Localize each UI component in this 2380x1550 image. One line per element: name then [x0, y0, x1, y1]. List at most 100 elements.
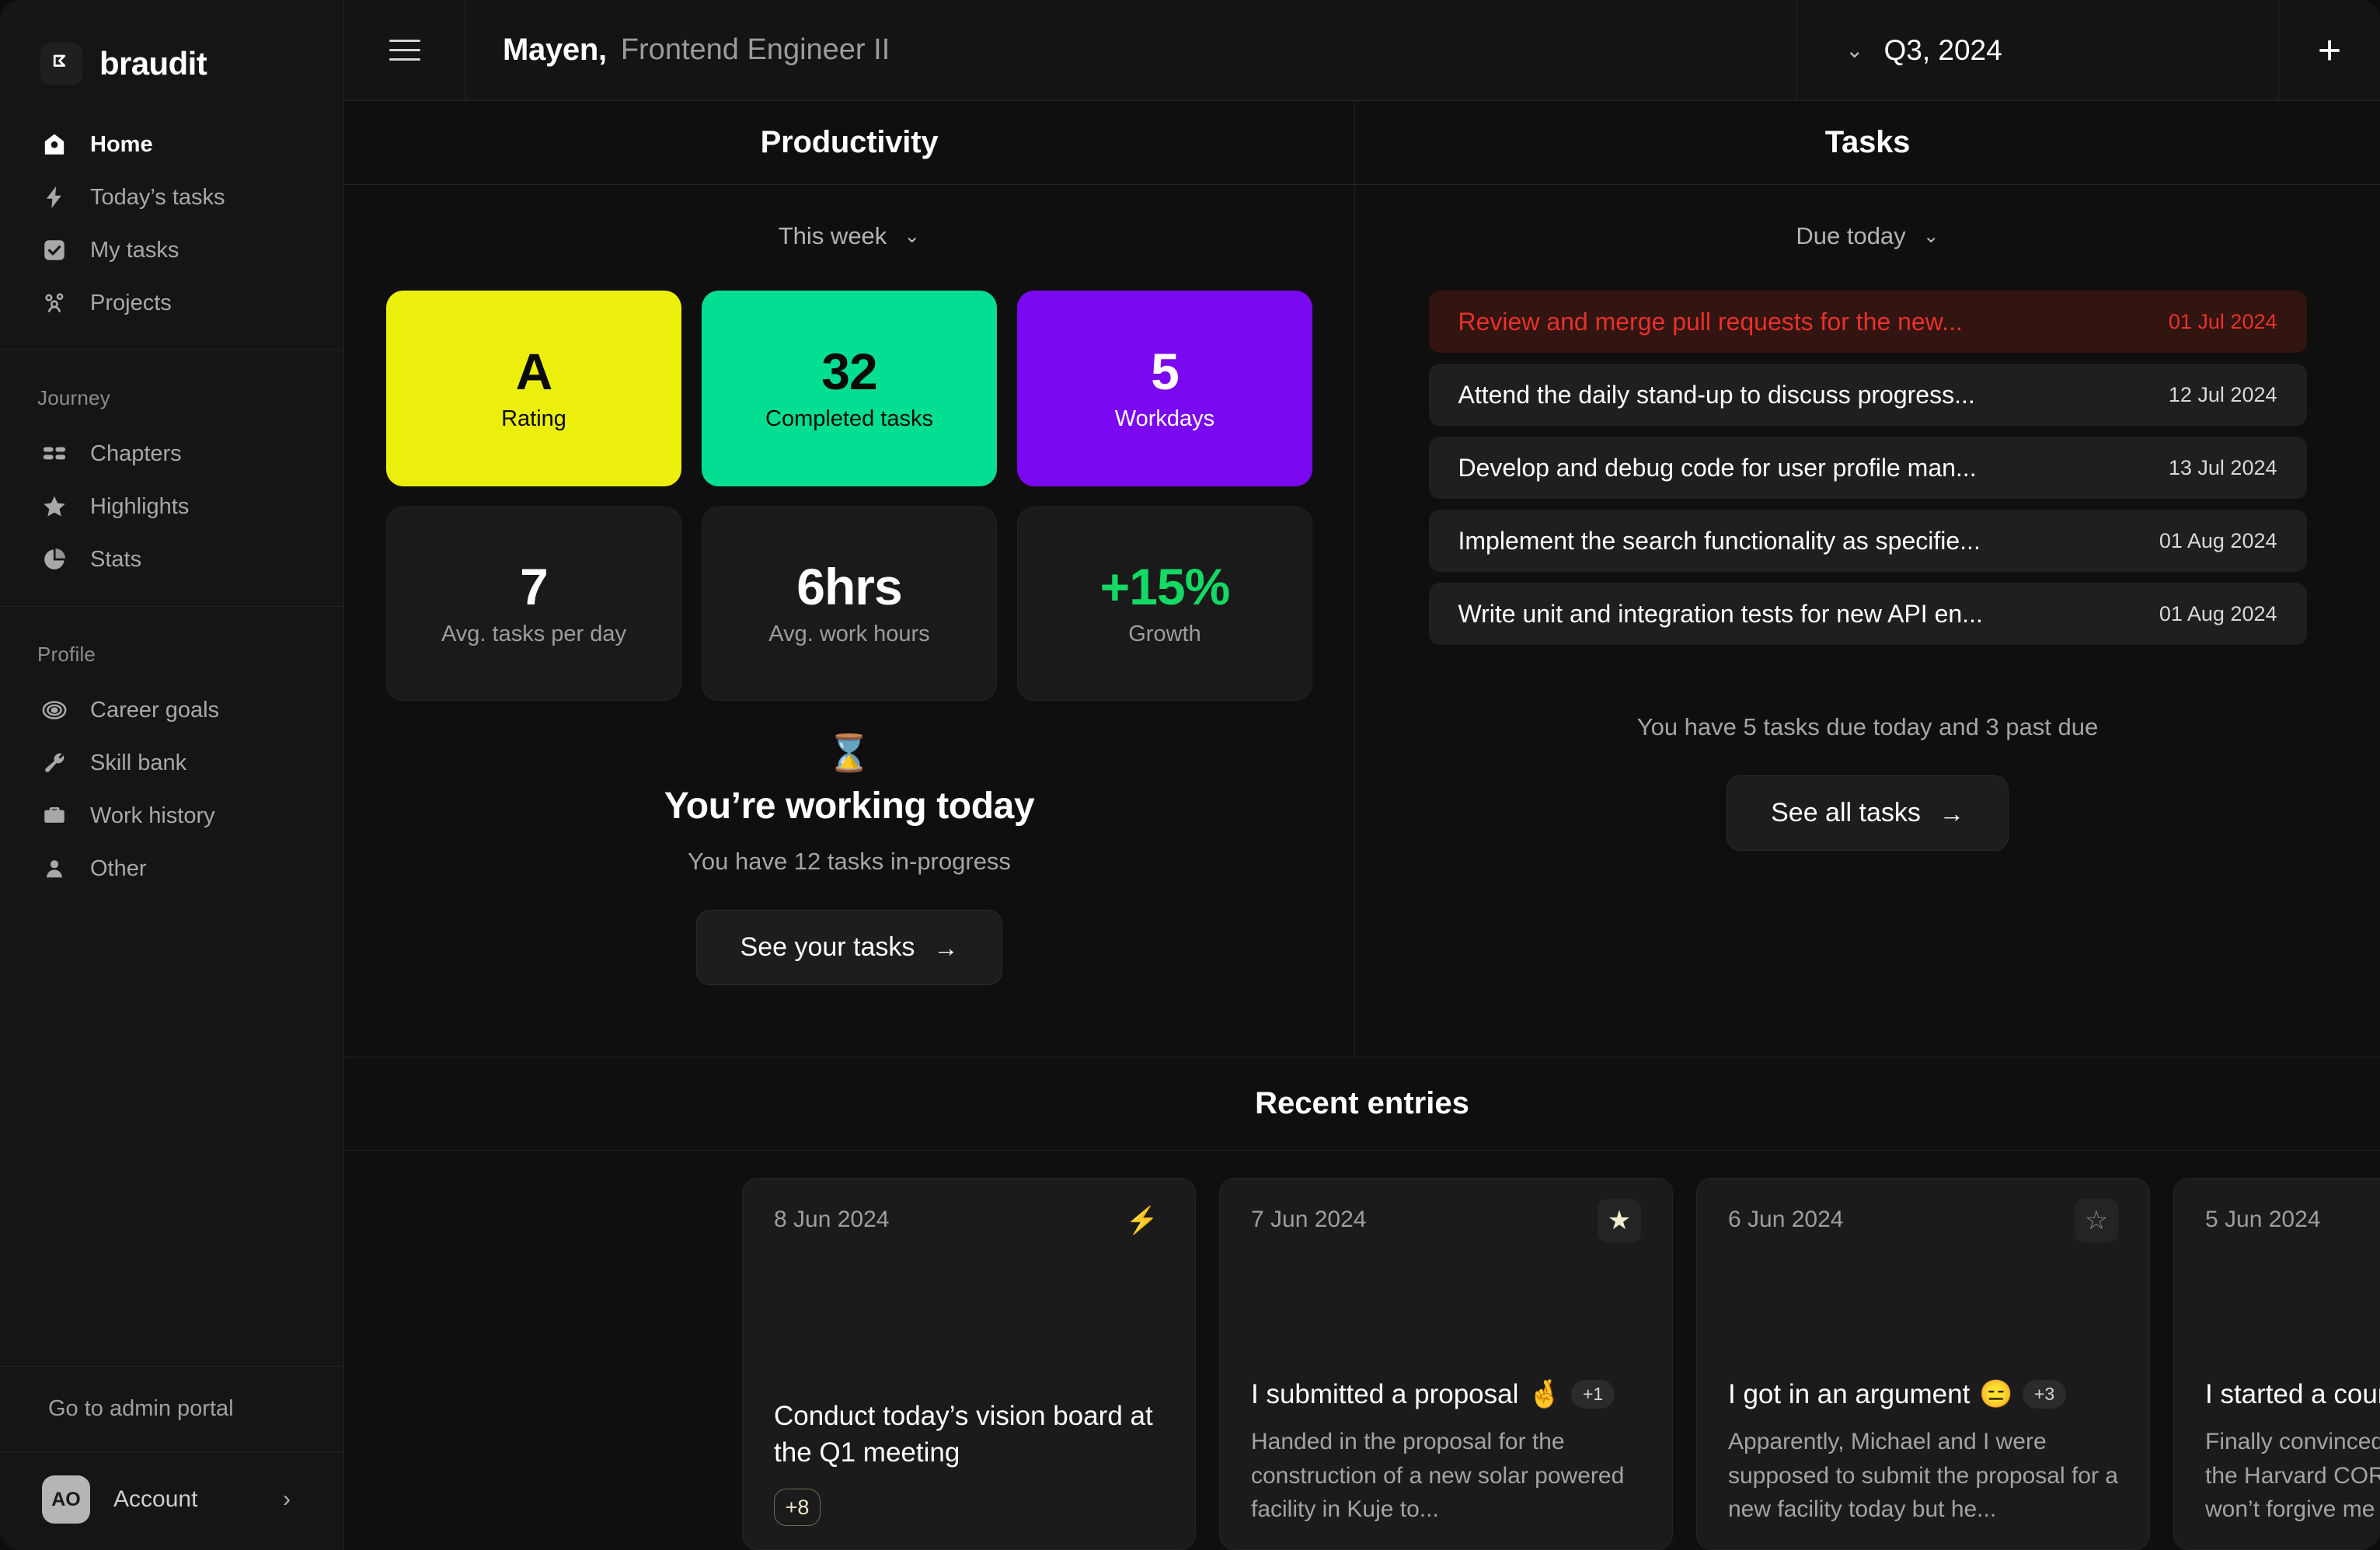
- productivity-panel: Productivity This week ⌄ A Rating 32 Com…: [344, 101, 1355, 1057]
- sidebar-item-other[interactable]: Other: [0, 842, 343, 895]
- productivity-filter-label: This week: [778, 222, 887, 249]
- task-name: Implement the search functionality as sp…: [1458, 526, 1981, 555]
- sidebar-item-skill-bank[interactable]: Skill bank: [0, 737, 343, 789]
- sidebar-journey-group: Journey Chapters Highlights Stats: [0, 350, 343, 606]
- task-name: Attend the daily stand-up to discuss pro…: [1458, 380, 1975, 409]
- account-row[interactable]: AO Account ›: [0, 1451, 343, 1550]
- entry-card[interactable]: 8 Jun 2024 ⚡ Conduct today’s vision boar…: [742, 1178, 1196, 1550]
- entry-spacer: [1251, 1242, 1641, 1377]
- stat-card-workdays[interactable]: 5 Workdays: [1017, 291, 1312, 486]
- sidebar-item-highlights[interactable]: Highlights: [0, 480, 343, 533]
- sidebar-item-label: Other: [90, 855, 147, 881]
- entry-top: 7 Jun 2024 ★: [1251, 1199, 1641, 1242]
- stat-card-avg-work-hours[interactable]: 6hrs Avg. work hours: [702, 507, 997, 701]
- entry-spacer: [774, 1242, 1164, 1398]
- entry-card[interactable]: 6 Jun 2024 ☆ I got in an argument 😑 +3 A…: [1696, 1178, 2150, 1550]
- sidebar-item-label: My tasks: [90, 237, 179, 263]
- sidebar-primary-group: Home Today’s tasks My tasks Projects: [0, 96, 343, 350]
- sidebar-item-label: Career goals: [90, 697, 220, 723]
- entry-title-text: I got in an argument: [1728, 1378, 1971, 1409]
- home-icon: [39, 129, 70, 160]
- tasks-filter-label: Due today: [1796, 222, 1906, 249]
- stat-card-completed-tasks[interactable]: 32 Completed tasks: [702, 291, 997, 486]
- promo-title: You’re working today: [664, 785, 1035, 827]
- task-date: 12 Jul 2024: [2168, 382, 2277, 406]
- user-name: Mayen,: [503, 33, 607, 67]
- stat-card-growth[interactable]: +15% Growth: [1017, 507, 1312, 701]
- task-name: Review and merge pull requests for the n…: [1458, 307, 1963, 336]
- productivity-filter[interactable]: This week ⌄: [779, 222, 921, 250]
- arrow-right-icon: →: [933, 933, 959, 962]
- task-row[interactable]: Implement the search functionality as sp…: [1428, 510, 2307, 572]
- brand[interactable]: braudit: [0, 0, 343, 96]
- stat-value: 6hrs: [796, 557, 902, 615]
- admin-portal-link[interactable]: Go to admin portal: [0, 1366, 343, 1451]
- chevron-down-icon: ⌄: [1845, 37, 1864, 62]
- task-row[interactable]: Write unit and integration tests for new…: [1428, 583, 2307, 645]
- see-your-tasks-label: See your tasks: [740, 932, 915, 962]
- sidebar-item-label: Chapters: [90, 441, 182, 466]
- task-row[interactable]: Attend the daily stand-up to discuss pro…: [1428, 364, 2307, 426]
- brand-name: braudit: [99, 45, 207, 82]
- entry-emoji: 😑: [1979, 1378, 2013, 1409]
- star-filled-icon[interactable]: ★: [1598, 1199, 1641, 1242]
- entry-card[interactable]: 5 Jun 2024 ☆ I started a course 🙏 Finall…: [2173, 1178, 2380, 1550]
- entry-body: Finally convinced myself to pay for the …: [2205, 1429, 2380, 1522]
- stat-label: Growth: [1128, 622, 1201, 647]
- add-button[interactable]: +: [2279, 0, 2380, 100]
- hamburger-icon: [389, 40, 420, 61]
- stat-label: Avg. work hours: [768, 622, 930, 647]
- tasks-filter[interactable]: Due today ⌄: [1796, 222, 1939, 250]
- menu-toggle-button[interactable]: [344, 0, 465, 100]
- main-content: Mayen, Frontend Engineer II ⌄ Q3, 2024 +…: [344, 0, 2380, 1550]
- period-selector[interactable]: ⌄ Q3, 2024: [1797, 0, 2279, 100]
- tasks-summary: You have 5 tasks due today and 3 past du…: [1636, 713, 2099, 740]
- entry-top: 6 Jun 2024 ☆: [1728, 1199, 2118, 1242]
- entry-title: I submitted a proposal 🤞 +1: [1251, 1377, 1641, 1413]
- entry-plus-chip[interactable]: +8: [774, 1489, 821, 1526]
- tasks-panel: Tasks Due today ⌄ Review and merge pull …: [1355, 101, 2380, 1057]
- wrench-icon: [39, 747, 70, 778]
- stat-card-rating[interactable]: A Rating: [386, 291, 681, 486]
- stat-value: 32: [821, 342, 877, 400]
- target-icon: [39, 695, 70, 726]
- entry-date: 6 Jun 2024: [1728, 1207, 1844, 1232]
- entry-spacer: [1728, 1242, 2118, 1377]
- entry-body: Handed in the proposal for the construct…: [1251, 1429, 1625, 1522]
- sidebar-item-todays-tasks[interactable]: Today’s tasks: [0, 171, 343, 224]
- hourglass-icon: ⌛: [827, 733, 872, 773]
- entry-title-text: Conduct today’s vision board at the Q1 m…: [774, 1401, 1153, 1468]
- productivity-body: This week ⌄ A Rating 32 Completed tasks: [344, 185, 1354, 1057]
- task-row[interactable]: Review and merge pull requests for the n…: [1428, 291, 2307, 353]
- star-outline-icon[interactable]: ☆: [2075, 1199, 2118, 1242]
- stat-label: Workdays: [1114, 406, 1215, 432]
- sidebar-item-label: Skill bank: [90, 750, 187, 775]
- entry-card[interactable]: 7 Jun 2024 ★ I submitted a proposal 🤞 +1…: [1219, 1178, 1673, 1550]
- bolt-icon[interactable]: ⚡: [1120, 1199, 1164, 1242]
- see-all-tasks-button[interactable]: See all tasks →: [1727, 775, 2009, 851]
- task-row[interactable]: Develop and debug code for user profile …: [1428, 437, 2307, 499]
- task-name: Develop and debug code for user profile …: [1458, 453, 1977, 482]
- bolt-icon: [39, 182, 70, 213]
- sidebar-item-career-goals[interactable]: Career goals: [0, 684, 343, 737]
- entry-title: I started a course 🙏: [2205, 1377, 2380, 1413]
- stat-card-avg-tasks-per-day[interactable]: 7 Avg. tasks per day: [386, 507, 681, 701]
- see-your-tasks-button[interactable]: See your tasks →: [695, 910, 1003, 985]
- people-icon: [39, 287, 70, 319]
- recent-entries-strip[interactable]: 8 Jun 2024 ⚡ Conduct today’s vision boar…: [344, 1151, 2380, 1550]
- sidebar-item-projects[interactable]: Projects: [0, 277, 343, 329]
- stat-value: +15%: [1099, 557, 1231, 615]
- sidebar-item-home[interactable]: Home: [0, 118, 343, 171]
- entry-title-text: I submitted a proposal: [1251, 1378, 1519, 1409]
- sidebar-profile-group: Profile Career goals Skill bank Work his…: [0, 606, 343, 915]
- recent-entries-header: Recent entries: [344, 1057, 2380, 1151]
- sidebar-item-my-tasks[interactable]: My tasks: [0, 224, 343, 277]
- sidebar-item-work-history[interactable]: Work history: [0, 789, 343, 842]
- chevron-right-icon: ›: [283, 1486, 291, 1512]
- sidebar-item-chapters[interactable]: Chapters: [0, 427, 343, 480]
- sidebar-item-stats[interactable]: Stats: [0, 533, 343, 586]
- chevron-down-icon: ⌄: [904, 225, 921, 247]
- promo-subtitle: You have 12 tasks in-progress: [688, 848, 1011, 875]
- task-name: Write unit and integration tests for new…: [1458, 599, 1983, 628]
